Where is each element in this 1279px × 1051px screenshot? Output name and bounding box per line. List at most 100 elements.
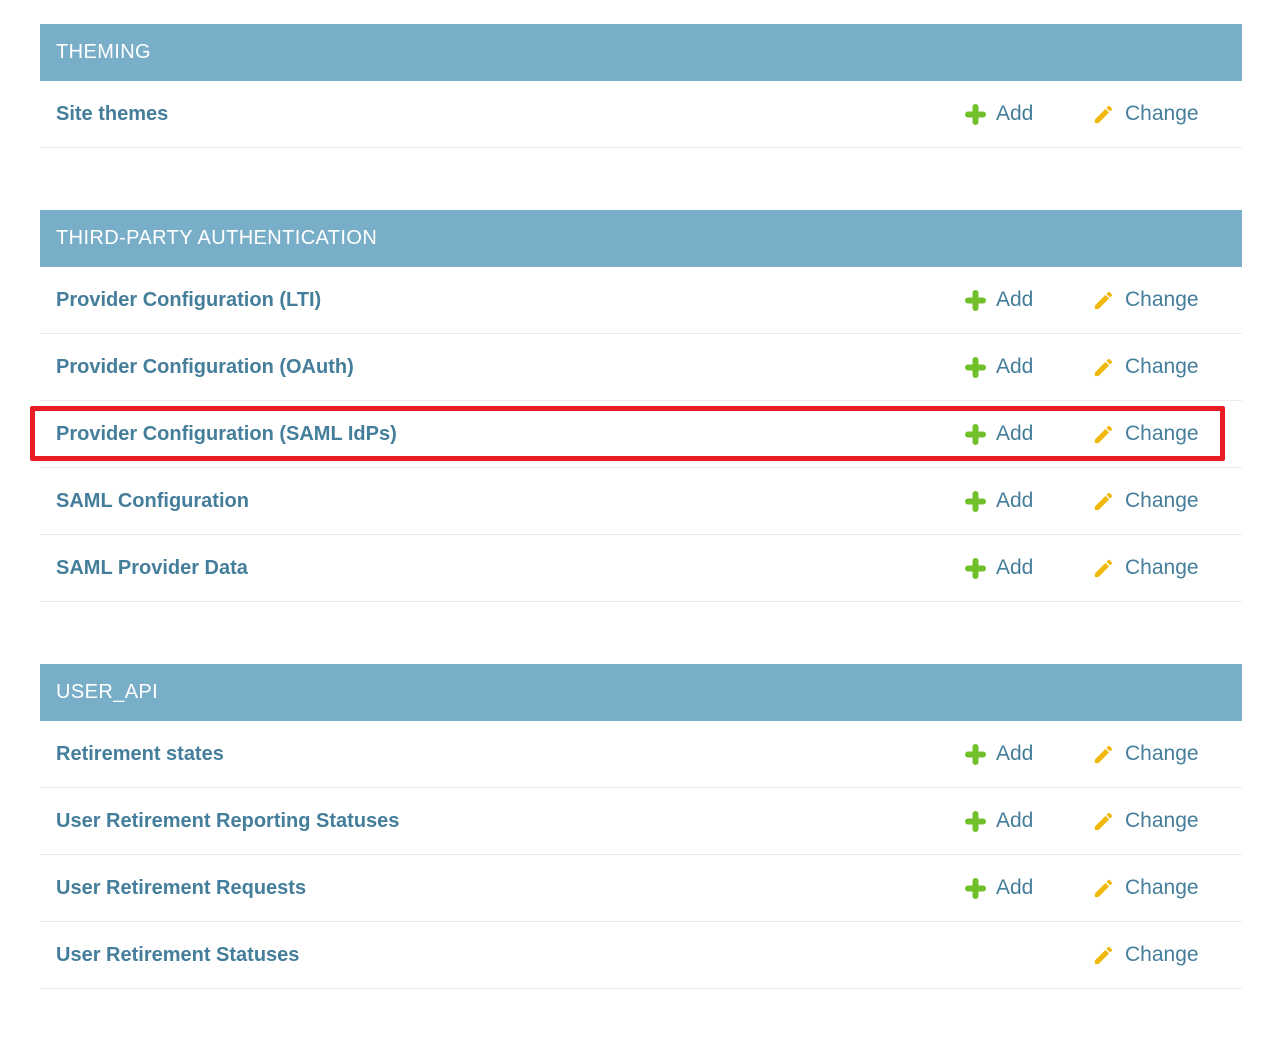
model-link[interactable]: Provider Configuration (OAuth) <box>56 356 965 379</box>
pencil-icon <box>1092 103 1115 126</box>
change-cell: Change <box>1092 876 1210 900</box>
model-row: User Retirement Reporting Statuses Add <box>40 788 1242 855</box>
pencil-icon <box>1092 356 1115 379</box>
add-link[interactable]: Add <box>965 489 1033 513</box>
model-row: SAML Provider Data Add <box>40 535 1242 602</box>
model-link[interactable]: SAML Provider Data <box>56 557 965 580</box>
plus-icon <box>965 290 986 311</box>
add-link[interactable]: Add <box>965 876 1033 900</box>
admin-app-index-page: THEMING Site themes Add <box>0 0 1279 998</box>
plus-icon <box>965 744 986 765</box>
add-cell: Add <box>965 876 1092 900</box>
change-cell: Change <box>1092 422 1210 446</box>
plus-icon <box>965 104 986 125</box>
change-cell: Change <box>1092 556 1210 580</box>
add-label: Add <box>996 742 1033 766</box>
change-label: Change <box>1125 102 1199 126</box>
pencil-icon <box>1092 944 1115 967</box>
section-header: THIRD-PARTY AUTHENTICATION <box>40 210 1242 267</box>
add-cell: Add <box>965 742 1092 766</box>
change-link[interactable]: Change <box>1092 422 1199 446</box>
add-label: Add <box>996 422 1033 446</box>
section-header: USER_API <box>40 664 1242 721</box>
add-label: Add <box>996 489 1033 513</box>
add-link[interactable]: Add <box>965 556 1033 580</box>
add-label: Add <box>996 556 1033 580</box>
plus-icon <box>965 491 986 512</box>
change-link[interactable]: Change <box>1092 943 1199 967</box>
model-row: Site themes Add <box>40 81 1242 148</box>
change-label: Change <box>1125 876 1199 900</box>
change-cell: Change <box>1092 288 1210 312</box>
model-row: Provider Configuration (LTI) Add <box>40 267 1242 334</box>
model-link[interactable]: User Retirement Statuses <box>56 944 965 967</box>
change-label: Change <box>1125 943 1199 967</box>
change-link[interactable]: Change <box>1092 742 1199 766</box>
add-link[interactable]: Add <box>965 288 1033 312</box>
change-cell: Change <box>1092 742 1210 766</box>
change-link[interactable]: Change <box>1092 489 1199 513</box>
add-link[interactable]: Add <box>965 809 1033 833</box>
change-cell: Change <box>1092 943 1210 967</box>
app-index: THEMING Site themes Add <box>40 24 1242 1051</box>
change-cell: Change <box>1092 489 1210 513</box>
change-label: Change <box>1125 809 1199 833</box>
model-row: Provider Configuration (SAML IdPs) Add <box>40 401 1242 468</box>
plus-icon <box>965 878 986 899</box>
add-cell: Add <box>965 809 1092 833</box>
model-link[interactable]: SAML Configuration <box>56 490 965 513</box>
add-link[interactable]: Add <box>965 742 1033 766</box>
add-label: Add <box>996 288 1033 312</box>
change-link[interactable]: Change <box>1092 288 1199 312</box>
add-cell: Add <box>965 556 1092 580</box>
model-link[interactable]: Retirement states <box>56 743 965 766</box>
add-cell: Add <box>965 355 1092 379</box>
add-label: Add <box>996 876 1033 900</box>
model-link[interactable]: Site themes <box>56 103 965 126</box>
change-link[interactable]: Change <box>1092 809 1199 833</box>
change-label: Change <box>1125 489 1199 513</box>
pencil-icon <box>1092 877 1115 900</box>
pencil-icon <box>1092 557 1115 580</box>
model-row: User Retirement Statuses Add <box>40 922 1242 989</box>
plus-icon <box>965 558 986 579</box>
model-row: Provider Configuration (OAuth) Add <box>40 334 1242 401</box>
pencil-icon <box>1092 810 1115 833</box>
plus-icon <box>965 424 986 445</box>
change-link[interactable]: Change <box>1092 556 1199 580</box>
change-cell: Change <box>1092 355 1210 379</box>
change-link[interactable]: Change <box>1092 876 1199 900</box>
add-label: Add <box>996 355 1033 379</box>
add-label: Add <box>996 809 1033 833</box>
add-cell: Add <box>965 288 1092 312</box>
change-link[interactable]: Change <box>1092 102 1199 126</box>
change-link[interactable]: Change <box>1092 355 1199 379</box>
change-label: Change <box>1125 422 1199 446</box>
pencil-icon <box>1092 289 1115 312</box>
model-link[interactable]: User Retirement Requests <box>56 877 965 900</box>
model-row: User Retirement Requests Add <box>40 855 1242 922</box>
add-cell: Add <box>965 102 1092 126</box>
model-link[interactable]: Provider Configuration (SAML IdPs) <box>56 423 965 446</box>
pencil-icon <box>1092 490 1115 513</box>
model-row: SAML Configuration Add <box>40 468 1242 535</box>
pencil-icon <box>1092 743 1115 766</box>
module-section: THEMING Site themes Add <box>40 24 1242 148</box>
add-link[interactable]: Add <box>965 422 1033 446</box>
add-label: Add <box>996 102 1033 126</box>
change-label: Change <box>1125 355 1199 379</box>
change-label: Change <box>1125 742 1199 766</box>
add-link[interactable]: Add <box>965 102 1033 126</box>
add-link[interactable]: Add <box>965 355 1033 379</box>
plus-icon <box>965 811 986 832</box>
section-header: THEMING <box>40 24 1242 81</box>
model-row: Retirement states Add <box>40 721 1242 788</box>
plus-icon <box>965 357 986 378</box>
model-link[interactable]: Provider Configuration (LTI) <box>56 289 965 312</box>
change-cell: Change <box>1092 809 1210 833</box>
model-link[interactable]: User Retirement Reporting Statuses <box>56 810 965 833</box>
add-cell: Add <box>965 422 1092 446</box>
add-cell: Add <box>965 489 1092 513</box>
change-cell: Change <box>1092 102 1210 126</box>
module-section: USER_API Retirement states Add <box>40 664 1242 989</box>
